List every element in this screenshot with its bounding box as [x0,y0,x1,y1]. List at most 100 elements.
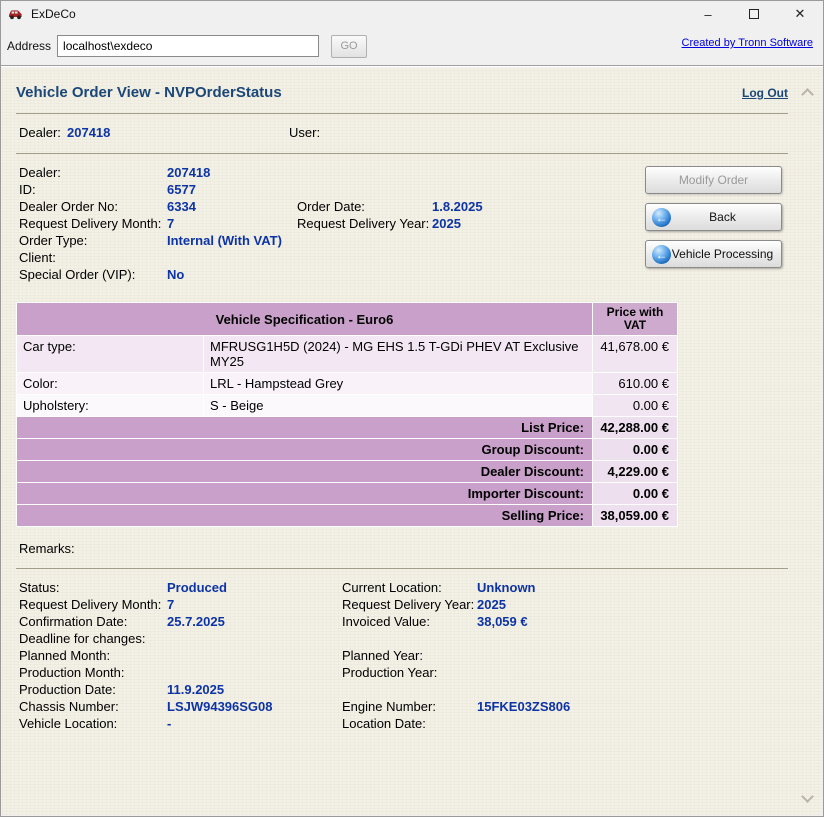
spec-item-price: 0.00 € [593,395,677,416]
field-label: Deadline for changes: [19,630,167,647]
go-button[interactable]: GO [331,35,367,58]
field-label [297,232,432,249]
field-label: Request Delivery Year: [342,596,477,613]
field-label: Planned Year: [342,647,477,664]
field-label [297,249,432,266]
field-label: Planned Month: [19,647,167,664]
field-value: 11.9.2025 [167,681,342,698]
field-value [167,647,342,664]
field-label: Invoiced Value: [342,613,477,630]
spec-item-label: Upholstery: [17,395,203,416]
field-value: No [167,266,297,283]
field-label: Dealer: [19,164,167,181]
scroll-down-icon[interactable] [801,790,814,803]
address-input[interactable] [57,35,319,57]
app-window: ExDeCo – ✕ Address GO Created by Tronn S… [0,0,824,817]
total-row-price: 38,059.00 € [593,505,677,526]
field-label [297,266,432,283]
field-value [167,664,342,681]
address-label: Address [7,39,51,53]
total-row-price: 0.00 € [593,483,677,504]
field-value: - [167,715,342,732]
field-label: Location Date: [342,715,477,732]
total-row-label: Selling Price: [17,505,592,526]
logout-link[interactable]: Log Out [742,86,788,100]
field-label [342,630,477,647]
field-value [432,266,788,283]
divider [16,153,788,154]
vehicle-processing-arrow-icon: ← [652,245,671,264]
field-label: Order Type: [19,232,167,249]
window-controls: – ✕ [685,1,823,27]
total-row-label: Group Discount: [17,439,592,460]
maximize-icon [749,9,759,19]
field-label [342,681,477,698]
field-value: 38,059 € [477,613,788,630]
field-label: Status: [19,579,167,596]
spec-item-price: 41,678.00 € [593,336,677,372]
modify-order-label: Modify Order [679,173,748,187]
modify-order-button[interactable]: Modify Order [645,166,782,194]
dealer-user-row: Dealer: 207418 User: [16,124,788,141]
order-section: Dealer:207418 ID:6577 Dealer Order No:63… [16,164,788,286]
field-value: LSJW94396SG08 [167,698,342,715]
field-value [477,715,788,732]
field-label: Production Date: [19,681,167,698]
field-value [477,664,788,681]
field-value [167,630,342,647]
field-value: 7 [167,215,297,232]
field-label: Order Date: [297,198,432,215]
vehicle-processing-label: Vehicle Processing [654,247,773,261]
field-label: Vehicle Location: [19,715,167,732]
field-label: Request Delivery Month: [19,596,167,613]
field-label: Engine Number: [342,698,477,715]
field-value: Internal (With VAT) [167,232,297,249]
field-label [297,164,432,181]
field-value: 2025 [477,596,788,613]
credit-link[interactable]: Created by Tronn Software [682,37,813,49]
vehicle-processing-button[interactable]: ← Vehicle Processing [645,240,782,268]
field-value [477,647,788,664]
spec-item-label: Color: [17,373,203,394]
back-label: Back [691,210,736,224]
total-row-price: 4,229.00 € [593,461,677,482]
address-bar: Address GO Created by Tronn Software [1,27,823,66]
back-button[interactable]: ← Back [645,203,782,231]
field-value: 6334 [167,198,297,215]
vehicle-spec-table: Vehicle Specification - Euro6 Price with… [16,302,678,527]
field-value: 207418 [167,164,297,181]
field-label: Current Location: [342,579,477,596]
field-value [477,630,788,647]
page-title: Vehicle Order View - NVPOrderStatus [16,84,282,101]
main-content: Vehicle Order View - NVPOrderStatus Log … [2,68,822,815]
car-icon [7,6,25,22]
divider [16,568,788,569]
spec-item-value: S - Beige [204,395,592,416]
spec-table-title: Vehicle Specification - Euro6 [17,303,592,335]
field-value [477,681,788,698]
status-grid: Status:ProducedCurrent Location:Unknown … [16,579,788,732]
back-arrow-icon: ← [652,208,671,227]
field-label: Production Year: [342,664,477,681]
scroll-up-icon[interactable] [801,88,814,101]
spec-item-value: MFRUSG1H5D (2024) - MG EHS 1.5 T-GDi PHE… [204,336,592,372]
page-header: Vehicle Order View - NVPOrderStatus Log … [16,84,788,101]
window-title: ExDeCo [31,7,76,21]
field-label: ID: [19,181,167,198]
maximize-button[interactable] [731,1,777,27]
field-value: 6577 [167,181,297,198]
field-value: 25.7.2025 [167,613,342,630]
user-label: User: [289,124,788,141]
spec-item-price: 610.00 € [593,373,677,394]
total-row-label: List Price: [17,417,592,438]
field-label: Request Delivery Month: [19,215,167,232]
dealer-label: Dealer: [19,124,67,141]
close-button[interactable]: ✕ [777,1,823,27]
minimize-button[interactable]: – [685,1,731,27]
total-row-price: 42,288.00 € [593,417,677,438]
field-value [167,249,297,266]
field-label: Chassis Number: [19,698,167,715]
field-value: Produced [167,579,342,596]
action-buttons: Modify Order ← Back ← Vehicle Processing [645,166,782,268]
dealer-value: 207418 [67,124,289,141]
